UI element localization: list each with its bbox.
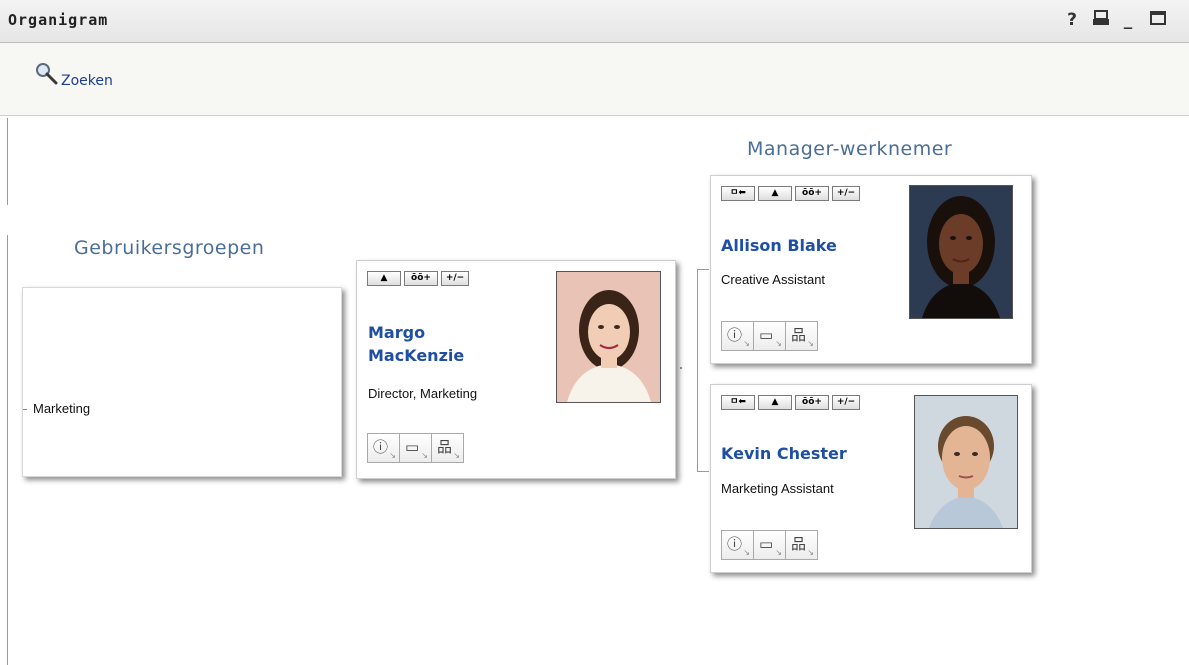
collapse-toggle-button[interactable]: +/− xyxy=(832,395,860,410)
collapse-toggle-button[interactable]: +/− xyxy=(832,186,860,201)
org-chart-button[interactable]: 品 ↘ xyxy=(431,433,464,463)
card-icon: ▭ xyxy=(759,535,774,553)
connector-line xyxy=(697,471,709,472)
card-button[interactable]: ▭ ↘ xyxy=(753,530,786,560)
connector-line xyxy=(697,269,709,270)
person-photo xyxy=(909,185,1013,319)
manager-section-title: Manager-werknemer xyxy=(747,138,953,160)
toolbar: Zoeken xyxy=(0,43,1189,116)
up-button[interactable]: ▲ xyxy=(758,186,792,201)
maximize-icon[interactable] xyxy=(1148,9,1168,31)
to-manager-button[interactable]: ㅁ⬅ xyxy=(721,186,755,201)
minimize-icon[interactable]: _ xyxy=(1118,9,1138,31)
title-bar: Organigram ? _ xyxy=(0,0,1189,43)
info-icon: ⓘ xyxy=(727,326,743,344)
up-button[interactable]: ▲ xyxy=(758,395,792,410)
card-icon: ▭ xyxy=(405,438,420,456)
org-chart-button[interactable]: 品 ↘ xyxy=(785,321,818,351)
person-title: Director, Marketing xyxy=(368,386,478,401)
collapse-toggle-button[interactable]: +/− xyxy=(441,271,469,286)
org-chart-icon: 品 xyxy=(437,438,453,456)
org-chart-icon: 品 xyxy=(791,535,807,553)
person-title: Marketing Assistant xyxy=(721,481,834,496)
info-button[interactable]: ⓘ ↘ xyxy=(721,321,754,351)
expand-reports-button[interactable]: ōō+ xyxy=(404,271,438,286)
person-card-allison[interactable]: ㅁ⬅ ▲ ōō+ +/− Allison Blake Creative Assi… xyxy=(710,175,1032,364)
up-button[interactable]: ▲ xyxy=(367,271,401,286)
left-divider xyxy=(7,118,8,665)
person-card-kevin[interactable]: ㅁ⬅ ▲ ōō+ +/− Kevin Chester Marketing Ass… xyxy=(710,384,1032,573)
app-title: Organigram xyxy=(8,11,109,29)
group-card[interactable]: Marketing xyxy=(22,287,342,477)
to-manager-button[interactable]: ㅁ⬅ xyxy=(721,395,755,410)
person-name[interactable]: Kevin Chester xyxy=(721,442,847,465)
search-label: Zoeken xyxy=(61,73,113,89)
person-card-margo[interactable]: ▲ ōō+ +/− Margo MacKenzie Director, Mark… xyxy=(356,260,676,479)
person-name[interactable]: Allison Blake xyxy=(721,234,837,257)
connector-line xyxy=(697,269,698,472)
help-icon[interactable]: ? xyxy=(1062,9,1082,31)
groups-section-title: Gebruikersgroepen xyxy=(74,237,265,259)
search-icon xyxy=(34,61,60,91)
group-name[interactable]: Marketing xyxy=(33,401,90,416)
org-chart-icon: 品 xyxy=(791,326,807,344)
card-icon: ▭ xyxy=(759,326,774,344)
search-link[interactable]: Zoeken xyxy=(34,61,113,91)
info-button[interactable]: ⓘ ↘ xyxy=(721,530,754,560)
person-name[interactable]: Margo MacKenzie xyxy=(368,321,464,367)
org-chart-button[interactable]: 品 ↘ xyxy=(785,530,818,560)
info-icon: ⓘ xyxy=(373,438,389,456)
card-button[interactable]: ▭ ↘ xyxy=(753,321,786,351)
expand-reports-button[interactable]: ōō+ xyxy=(795,186,829,201)
person-photo xyxy=(556,271,661,403)
person-photo xyxy=(914,395,1018,529)
card-button[interactable]: ▭ ↘ xyxy=(399,433,432,463)
expand-reports-button[interactable]: ōō+ xyxy=(795,395,829,410)
connector-dot xyxy=(680,367,682,369)
info-button[interactable]: ⓘ ↘ xyxy=(367,433,400,463)
print-icon[interactable] xyxy=(1091,9,1111,31)
person-title: Creative Assistant xyxy=(721,272,826,287)
info-icon: ⓘ xyxy=(727,535,743,553)
